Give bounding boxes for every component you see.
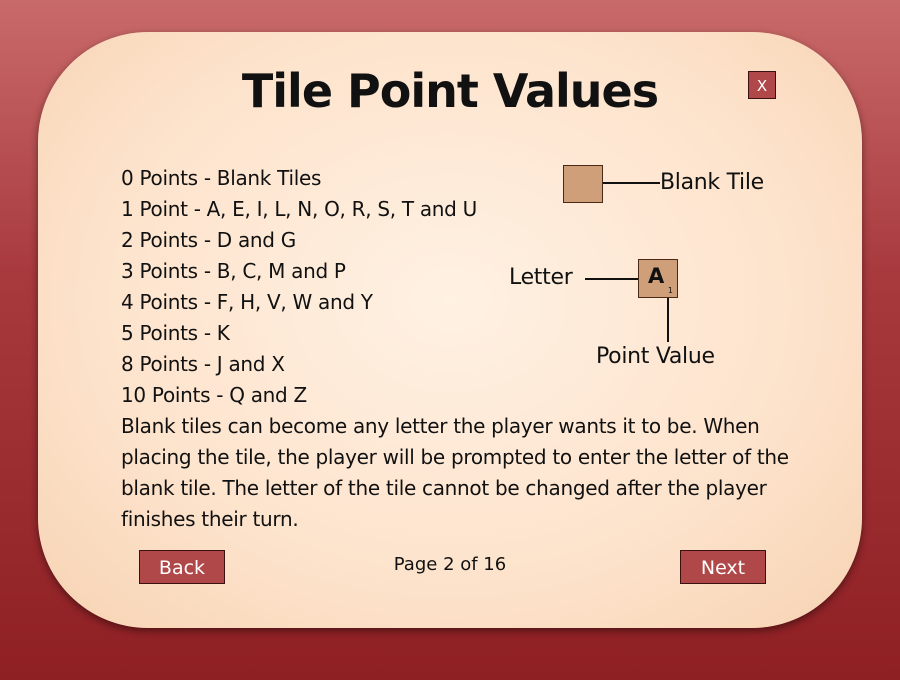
blank-tile-label: Blank Tile	[660, 170, 764, 195]
letter-label: Letter	[509, 265, 573, 290]
next-button[interactable]: Next	[680, 550, 766, 584]
close-button[interactable]: X	[748, 71, 776, 99]
blank-tile-pointer-line	[603, 182, 660, 184]
letter-tile-example: A 1	[638, 259, 678, 298]
tile-letter: A	[648, 264, 665, 288]
letter-pointer-line	[585, 278, 638, 280]
point-value-item: 3 Points - B, C, M and P	[121, 259, 346, 283]
point-value-item: 1 Point - A, E, I, L, N, O, R, S, T and …	[121, 197, 477, 221]
tile-point-value: 1	[667, 286, 673, 295]
point-value-item: 5 Points - K	[121, 321, 230, 345]
page-indicator: Page 2 of 16	[393, 554, 507, 575]
blank-tile-example	[563, 165, 603, 203]
point-value-item: 4 Points - F, H, V, W and Y	[121, 290, 373, 314]
point-value-label: Point Value	[596, 344, 715, 369]
point-value-item: 8 Points - J and X	[121, 352, 285, 376]
point-value-item: 2 Points - D and G	[121, 228, 296, 252]
point-values-list: 0 Points - Blank Tiles 1 Point - A, E, I…	[121, 163, 477, 411]
point-value-item: 0 Points - Blank Tiles	[121, 166, 322, 190]
point-value-item: 10 Points - Q and Z	[121, 383, 307, 407]
blank-tile-description: Blank tiles can become any letter the pl…	[121, 414, 789, 531]
point-value-pointer-line	[667, 298, 669, 342]
back-button[interactable]: Back	[139, 550, 225, 584]
